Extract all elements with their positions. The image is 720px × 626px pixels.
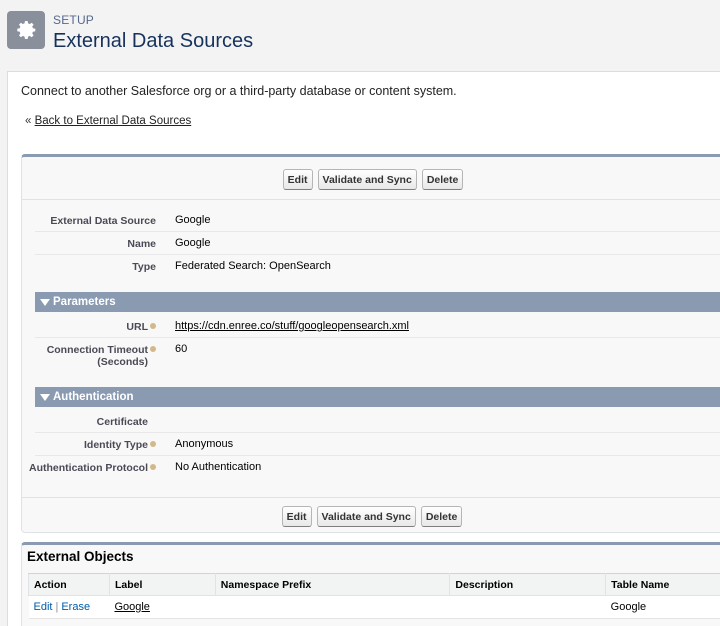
validate-and-sync-button[interactable]: Validate and Sync [316,506,416,527]
setup-icon-box [7,11,45,49]
top-button-row: Edit Validate and Sync Delete [22,169,720,190]
external-objects-table: Action Label Namespace Prefix Descriptio… [28,573,720,619]
field-label: Authentication Protocol [29,462,156,474]
field-label: Name [127,238,156,250]
field-value: No Authentication [175,461,262,473]
back-to-external-data-sources-link[interactable]: Back to External Data Sources [35,115,192,127]
external-objects-title: External Objects [27,549,134,564]
timeout-label: Connection Timeout [46,344,148,356]
page-header: SETUP External Data Sources [0,0,720,72]
detail-row-external-data-source: External Data Source Google [35,209,720,232]
gear-icon [17,20,36,39]
edit-link[interactable]: Edit [34,601,53,613]
section-title: Authentication [53,391,134,403]
field-label: Type [132,261,156,273]
section-title: Parameters [53,296,116,308]
parameter-row-url: URL https://cdn.enree.co/stuff/googleope… [35,315,720,338]
url-link[interactable]: https://cdn.enree.co/stuff/googleopensea… [175,320,409,332]
page-description: Connect to another Salesforce org or a t… [21,84,457,98]
auth-protocol-label: Authentication Protocol [29,462,148,474]
url-label: URL [126,321,148,333]
table-header-row: Action Label Namespace Prefix Descriptio… [28,573,720,596]
help-icon[interactable] [150,464,156,470]
timeout-unit-label: (Seconds) [97,356,148,368]
action-separator: | [55,601,59,613]
help-icon[interactable] [150,346,156,352]
setup-label: SETUP [53,13,95,27]
label-cell: Google [109,595,216,619]
page-title: External Data Sources [53,30,254,52]
description-cell [449,595,606,619]
breadcrumb: « Back to External Data Sources [25,115,191,127]
delete-button[interactable]: Delete [420,506,463,527]
field-value: 60 [175,343,188,355]
field-value: Google [175,237,211,249]
field-value: Federated Search: OpenSearch [175,260,331,272]
field-label: URL [126,321,156,333]
parameter-row-timeout: Connection Timeout (Seconds) 60 [35,338,720,378]
validate-and-sync-button[interactable]: Validate and Sync [317,169,417,190]
erase-link[interactable]: Erase [61,601,90,613]
table-row: Edit | Erase Google Google [28,595,720,619]
help-icon[interactable] [150,323,156,329]
field-value: https://cdn.enree.co/stuff/googleopensea… [175,320,409,332]
edit-button[interactable]: Edit [281,506,312,527]
external-objects-panel: External Objects Action Label Namespace … [21,542,720,626]
detail-row-name: Name Google [35,232,720,255]
column-header-namespace-prefix[interactable]: Namespace Prefix [214,573,451,596]
column-header-action: Action [28,573,110,596]
bottom-button-row: Edit Validate and Sync Delete [22,506,720,527]
collapse-triangle-icon[interactable] [40,394,50,401]
auth-row-protocol: Authentication Protocol No Authenticatio… [29,456,720,479]
parameters-section-header[interactable]: Parameters [35,292,720,312]
field-value: Anonymous [175,438,234,450]
back-prefix: « [25,115,32,127]
object-label-link[interactable]: Google [114,601,149,613]
field-value: Google [175,214,211,226]
table-name-cell: Google [605,595,720,619]
auth-row-identity-type: Identity Type Anonymous [35,433,720,456]
field-label: External Data Source [50,215,156,227]
help-icon[interactable] [150,441,156,447]
collapse-triangle-icon[interactable] [40,299,50,306]
identity-type-label: Identity Type [84,439,148,451]
edit-button[interactable]: Edit [282,169,313,190]
authentication-section-header[interactable]: Authentication [35,387,720,407]
auth-row-certificate: Certificate [35,410,720,433]
detail-panel: Edit Validate and Sync Delete External D… [21,154,720,533]
detail-row-type: Type Federated Search: OpenSearch [35,255,720,278]
namespace-cell [215,595,450,619]
column-header-description[interactable]: Description [449,573,607,596]
field-label: Connection Timeout (Seconds) [47,344,156,368]
main-content: Connect to another Salesforce org or a t… [7,71,720,626]
field-label: Certificate [96,416,148,428]
divider [22,199,720,200]
divider [22,497,720,498]
column-header-table-name[interactable]: Table Name [605,573,720,596]
column-header-label[interactable]: Label [108,573,216,596]
delete-button[interactable]: Delete [421,169,464,190]
field-label: Identity Type [84,439,156,451]
action-cell: Edit | Erase [28,595,110,619]
